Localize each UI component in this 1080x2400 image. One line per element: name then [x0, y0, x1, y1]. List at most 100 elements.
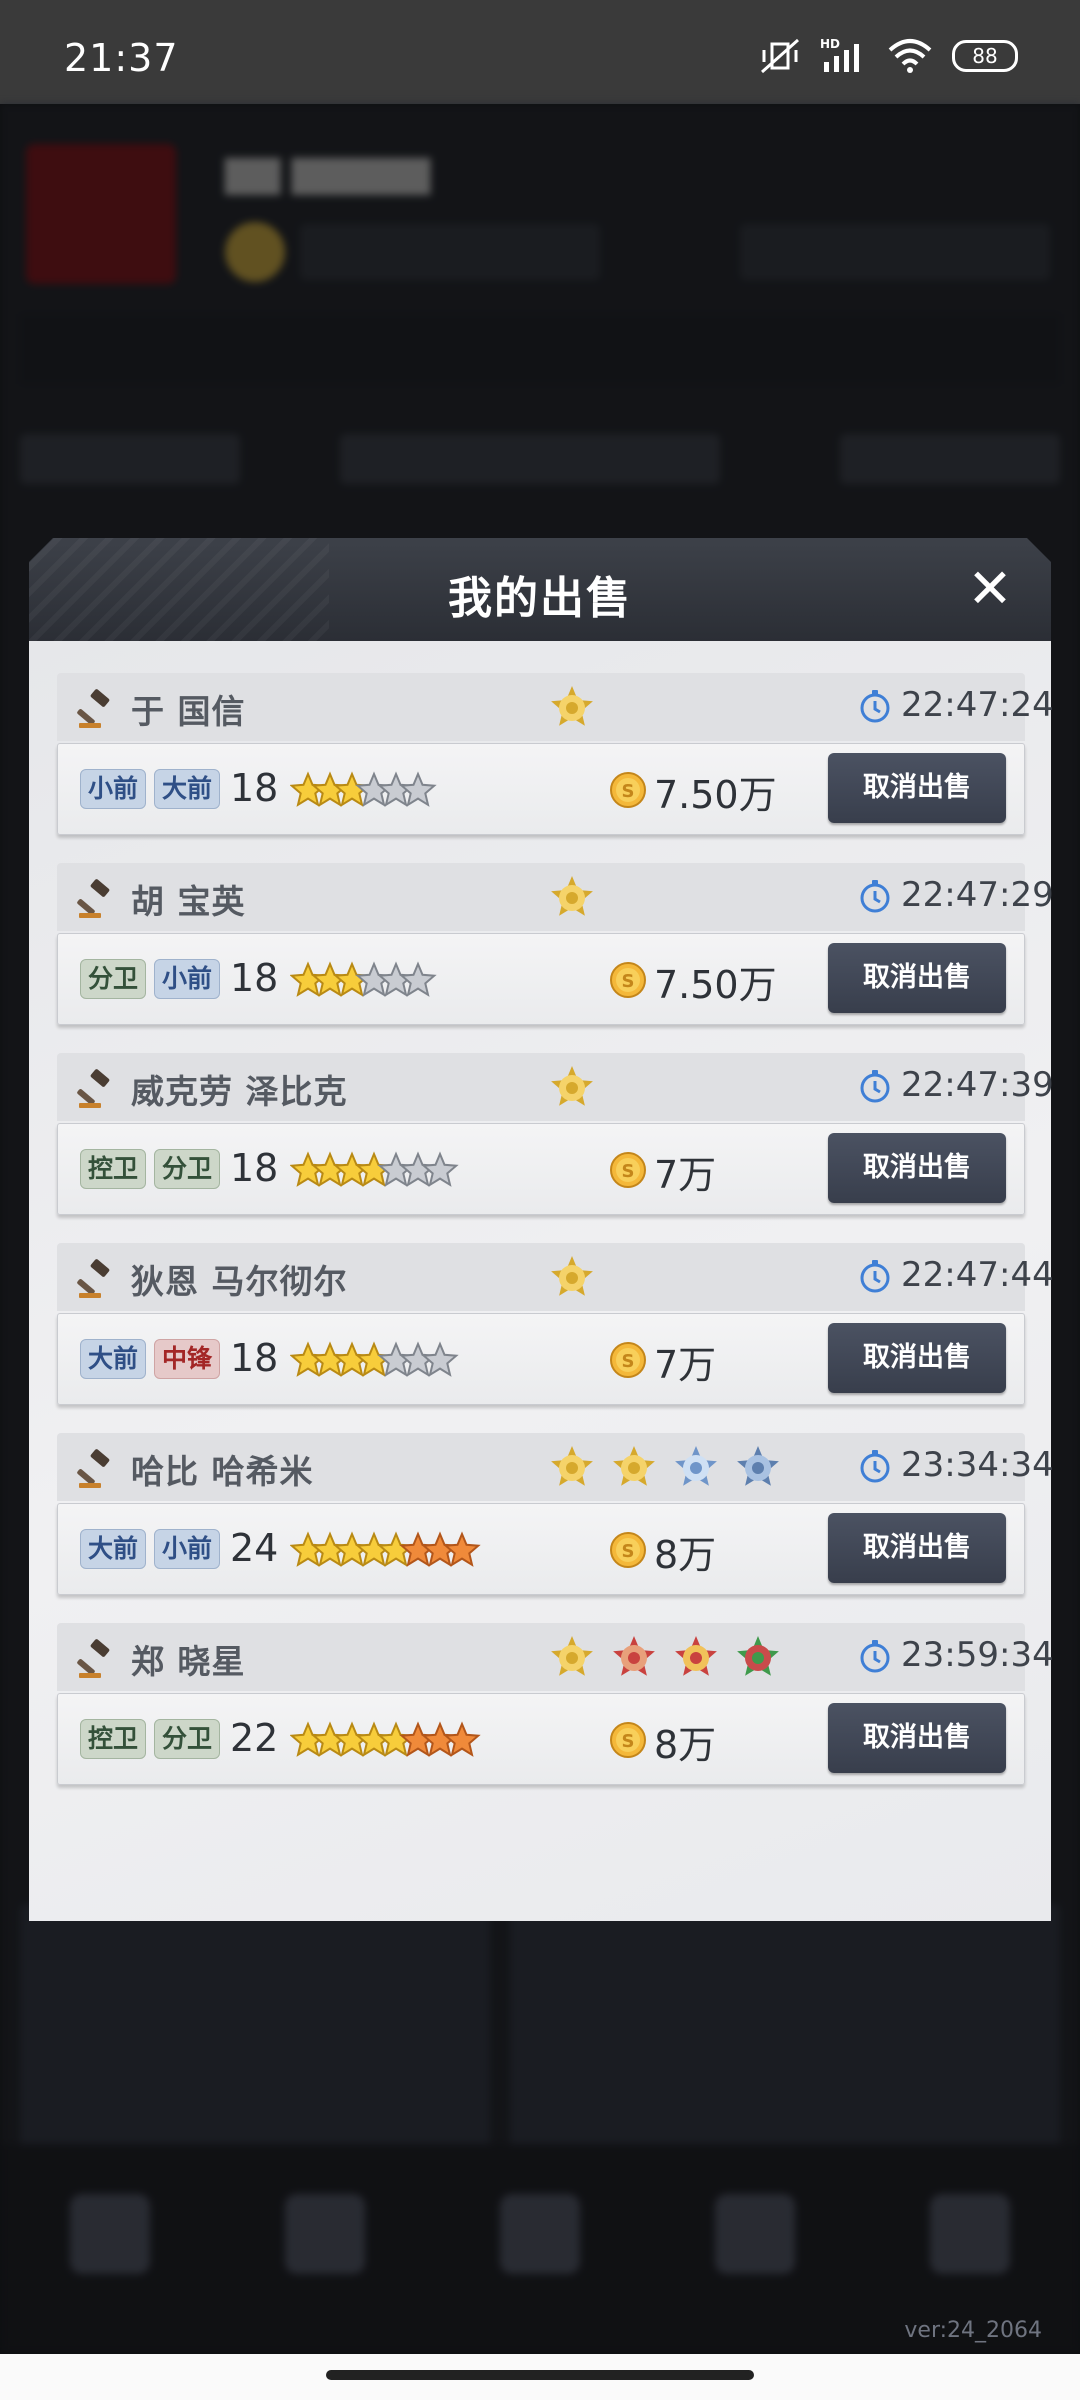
sale-price: 7万: [654, 1153, 717, 1197]
coin-icon: S: [610, 1342, 646, 1378]
gold-badge-icon: [551, 1066, 593, 1106]
signal-icon: HD: [820, 37, 859, 72]
version-label: ver:24_2064: [904, 2318, 1042, 2343]
position-tag: 大前: [154, 769, 221, 809]
auction-hammer-icon: [77, 1449, 110, 1488]
position-tag: 大前: [80, 1529, 147, 1569]
green-badge-icon: [737, 1636, 779, 1676]
timer-icon: [860, 690, 890, 723]
blue-dark-badge-icon: [737, 1446, 779, 1486]
player-name: 于 国信: [131, 692, 246, 731]
sale-item-header: 哈比 哈希米 23:34:34: [57, 1433, 1054, 1501]
star-icon: [443, 1721, 481, 1757]
player-age: 18: [230, 1336, 279, 1380]
player-badges: [549, 1635, 781, 1681]
red-badge-icon: [613, 1636, 655, 1676]
star-rating: [290, 771, 437, 807]
timer-icon: [860, 1260, 890, 1293]
gold-badge-icon: [551, 876, 593, 916]
star-icon: [421, 1341, 459, 1377]
auction-hammer-icon: [77, 1259, 110, 1298]
sale-item-detail: 控卫 分卫 22 S 8万 取消出售: [57, 1693, 1025, 1785]
player-badges: [549, 685, 595, 731]
position-tag: 中锋: [154, 1339, 221, 1379]
cancel-sale-button[interactable]: 取消出售: [828, 1513, 1006, 1583]
player-badges: [549, 1445, 781, 1491]
auction-hammer-icon: [77, 1069, 110, 1108]
cancel-sale-button[interactable]: 取消出售: [828, 1323, 1006, 1393]
cancel-sale-button[interactable]: 取消出售: [828, 943, 1006, 1013]
sale-item: 狄恩 马尔彻尔 22:47:44 大前 中锋 18 S 7万 取消出售: [57, 1243, 1054, 1411]
sale-item-detail: 控卫 分卫 18 S 7万 取消出售: [57, 1123, 1025, 1215]
my-sales-dialog: 我的出售 ✕ 于 国信 22:47:24 小前 大前 18 S 7.50万 取消出售胡 宝英 2…: [29, 538, 1054, 1921]
star-icon: [399, 771, 437, 807]
cancel-sale-button[interactable]: 取消出售: [828, 753, 1006, 823]
battery-indicator: 88: [952, 40, 1018, 72]
sale-item: 于 国信 22:47:24 小前 大前 18 S 7.50万 取消出售: [57, 673, 1054, 841]
position-tag: 分卫: [80, 959, 147, 999]
star-icon: [443, 1531, 481, 1567]
player-name: 郑 晓星: [131, 1642, 246, 1681]
sale-time: 22:47:44: [901, 1255, 1054, 1295]
position-tag: 小前: [154, 959, 221, 999]
svg-text:HD: HD: [820, 37, 840, 51]
player-age: 22: [230, 1716, 279, 1760]
player-age: 18: [230, 1146, 279, 1190]
timer-icon: [860, 1070, 890, 1103]
sale-item: 胡 宝英 22:47:29 分卫 小前 18 S 7.50万 取消出售: [57, 863, 1054, 1031]
sale-item-detail: 大前 中锋 18 S 7万 取消出售: [57, 1313, 1025, 1405]
star-rating: [290, 1531, 481, 1567]
gold-badge-icon: [551, 686, 593, 726]
coin-icon: S: [610, 1722, 646, 1758]
player-age: 18: [230, 766, 279, 810]
cancel-sale-button[interactable]: 取消出售: [828, 1133, 1006, 1203]
player-name: 胡 宝英: [131, 882, 246, 921]
player-age: 24: [230, 1526, 279, 1570]
blue-badge-icon: [675, 1446, 717, 1486]
sales-list: 于 国信 22:47:24 小前 大前 18 S 7.50万 取消出售胡 宝英 22:47:29…: [29, 641, 1054, 1921]
sale-time: 22:47:39: [901, 1065, 1054, 1105]
status-bar: 21:37 HD 88: [0, 0, 1080, 104]
sale-item-detail: 分卫 小前 18 S 7.50万 取消出售: [57, 933, 1025, 1025]
sale-price: 7.50万: [654, 963, 777, 1007]
wifi-icon: [888, 39, 932, 73]
player-age: 18: [230, 956, 279, 1000]
player-name: 威克劳 泽比克: [131, 1072, 348, 1111]
sale-item-header: 于 国信 22:47:24: [57, 673, 1054, 741]
star-rating: [290, 1341, 459, 1377]
svg-text:S: S: [622, 1731, 635, 1752]
status-time: 21:37: [64, 36, 179, 80]
sale-price: 7万: [654, 1343, 717, 1387]
position-tag: 小前: [154, 1529, 221, 1569]
sale-time: 22:47:24: [901, 685, 1054, 725]
svg-text:S: S: [622, 971, 635, 992]
sale-price: 8万: [654, 1533, 717, 1577]
position-tag: 控卫: [80, 1149, 147, 1189]
home-gesture-bar[interactable]: [326, 2370, 754, 2380]
auction-hammer-icon: [77, 1639, 110, 1678]
position-tag: 大前: [80, 1339, 147, 1379]
sale-item: 威克劳 泽比克 22:47:39 控卫 分卫 18 S 7万 取消出售: [57, 1053, 1054, 1221]
gold-badge-icon: [551, 1636, 593, 1676]
coin-icon: S: [610, 1152, 646, 1188]
player-name: 狄恩 马尔彻尔: [131, 1262, 348, 1301]
star-icon: [399, 961, 437, 997]
position-tag: 控卫: [80, 1719, 147, 1759]
sale-price: 7.50万: [654, 773, 777, 817]
sale-item-header: 胡 宝英 22:47:29: [57, 863, 1054, 931]
svg-text:S: S: [622, 1351, 635, 1372]
player-badges: [549, 875, 595, 921]
timer-icon: [860, 1450, 890, 1483]
coin-icon: S: [610, 962, 646, 998]
sale-item-detail: 小前 大前 18 S 7.50万 取消出售: [57, 743, 1025, 835]
coin-icon: S: [610, 772, 646, 808]
timer-icon: [860, 880, 890, 913]
sale-time: 22:47:29: [901, 875, 1054, 915]
sale-time: 23:59:34: [901, 1635, 1054, 1675]
close-icon[interactable]: ✕: [961, 560, 1019, 618]
status-icons: HD 88: [758, 36, 1018, 76]
auction-hammer-icon: [77, 879, 110, 918]
cancel-sale-button[interactable]: 取消出售: [828, 1703, 1006, 1773]
position-tag: 小前: [80, 769, 147, 809]
svg-text:S: S: [622, 1161, 635, 1182]
